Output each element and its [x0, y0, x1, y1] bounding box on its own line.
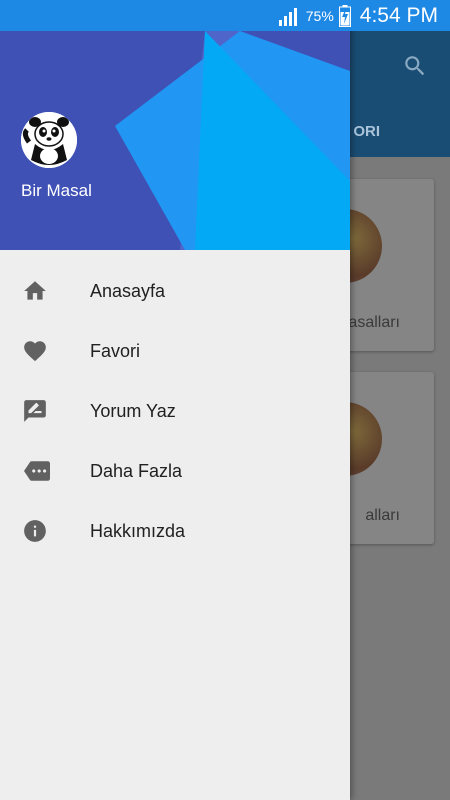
more-label-icon — [22, 458, 50, 484]
battery-charging-icon — [338, 4, 351, 27]
clock: 4:54 PM — [359, 3, 438, 27]
menu-item-anasayfa[interactable]: Anasayfa — [0, 261, 350, 321]
heart-icon — [22, 338, 48, 364]
drawer-header: Bir Masal — [0, 31, 350, 250]
menu-item-label: Favori — [90, 340, 141, 361]
rate-review-icon — [22, 398, 48, 424]
navigation-drawer: Bir Masal Anasayfa Favori Yorum Yaz Daha… — [0, 0, 350, 800]
menu-item-label: Hakkımızda — [90, 520, 186, 541]
info-icon — [22, 518, 48, 544]
menu-item-daha-fazla[interactable]: Daha Fazla — [0, 441, 350, 501]
battery-percentage: 75% — [305, 7, 334, 24]
menu-item-label: Anasayfa — [90, 280, 166, 301]
signal-icon — [278, 6, 301, 26]
drawer-menu: Anasayfa Favori Yorum Yaz Daha Fazla Hak… — [0, 261, 350, 561]
search-icon — [402, 53, 428, 79]
home-icon — [22, 278, 48, 304]
menu-item-label: Daha Fazla — [90, 460, 183, 481]
status-bar: 75% 4:54 PM — [0, 0, 450, 31]
menu-item-label: Yorum Yaz — [90, 400, 176, 421]
menu-item-yorum-yaz[interactable]: Yorum Yaz — [0, 381, 350, 441]
menu-item-hakkimizda[interactable]: Hakkımızda — [0, 501, 350, 561]
app-name: Bir Masal — [21, 181, 92, 200]
panda-logo — [21, 112, 77, 168]
menu-item-favori[interactable]: Favori — [0, 321, 350, 381]
